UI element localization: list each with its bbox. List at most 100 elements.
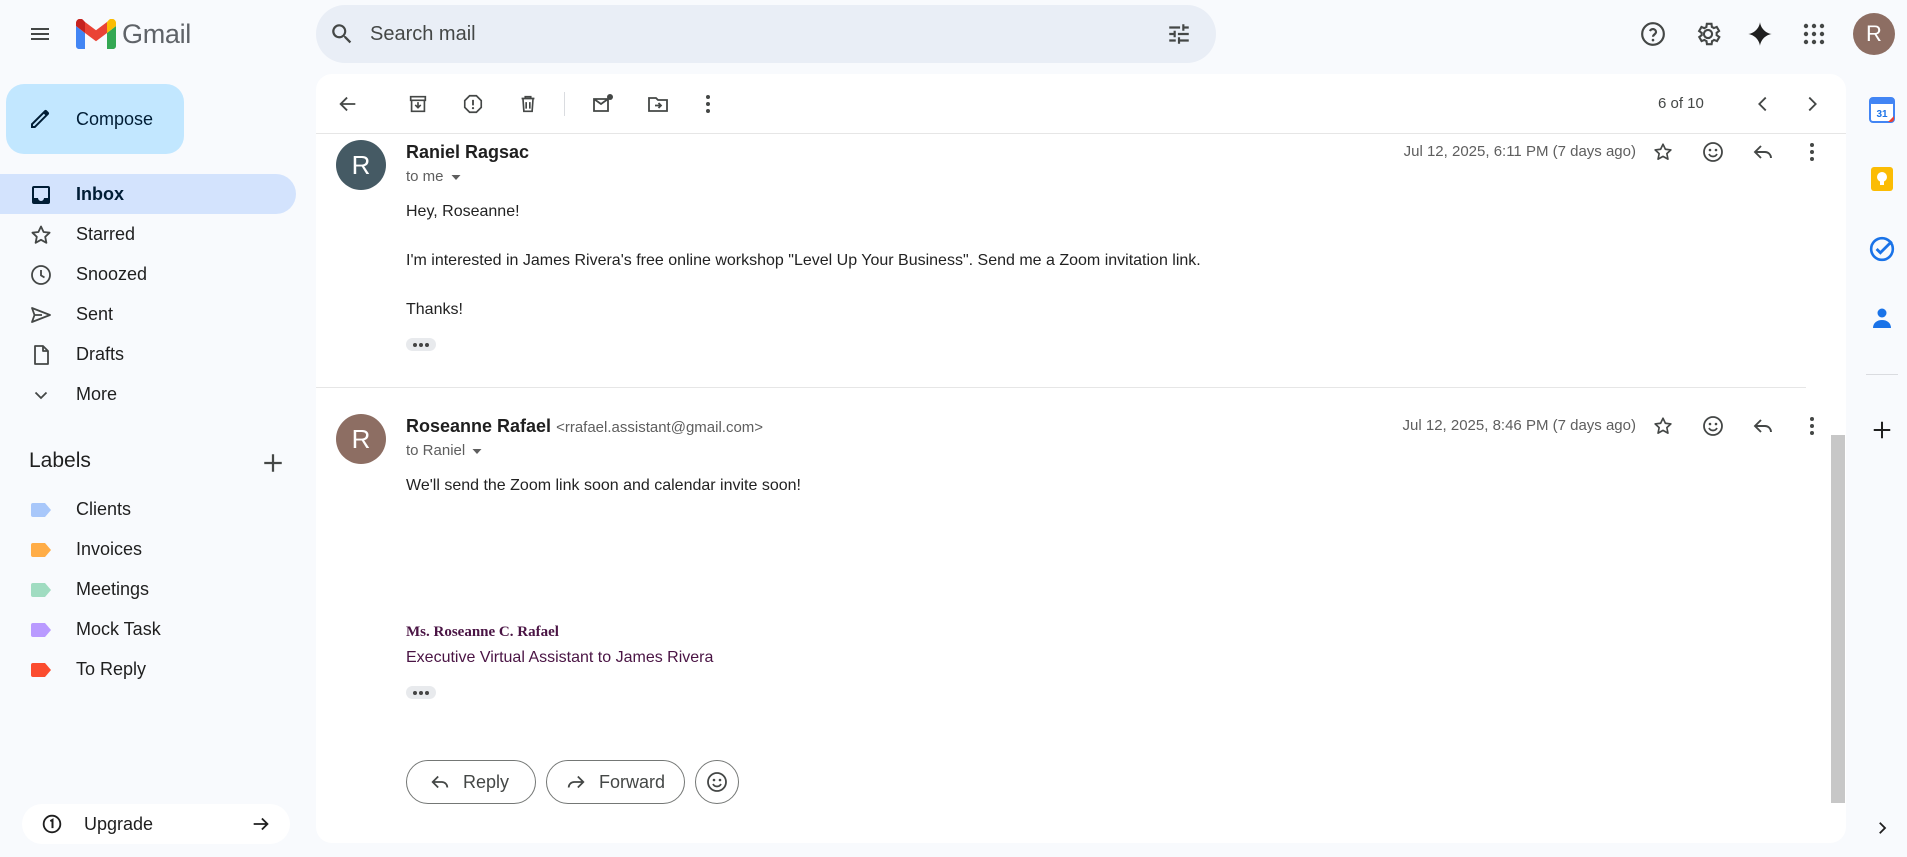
clock-icon <box>31 265 51 285</box>
caret-down-icon <box>451 174 461 180</box>
caret-down-icon <box>472 448 482 454</box>
calendar-day: 31 <box>1876 109 1888 120</box>
contacts-app-button[interactable] <box>1862 298 1902 338</box>
label-item-to-reply[interactable]: To Reply <box>0 649 296 689</box>
recipients-line[interactable]: to Raniel <box>406 442 483 459</box>
reply-button[interactable] <box>1743 132 1783 172</box>
label-name: Mock Task <box>76 618 161 639</box>
search-options-icon[interactable] <box>1159 14 1199 54</box>
add-label-button[interactable] <box>258 448 288 478</box>
pencil-icon <box>31 110 49 128</box>
keep-app-button[interactable] <box>1862 159 1902 199</box>
recipients-line[interactable]: to me <box>406 168 462 185</box>
gmail-logo[interactable]: Gmail <box>76 16 191 52</box>
account-avatar[interactable]: R <box>1853 13 1895 55</box>
send-icon <box>31 307 51 323</box>
delete-button[interactable] <box>508 84 548 124</box>
star-icon <box>1654 417 1672 434</box>
show-trimmed-content-button[interactable] <box>406 338 436 351</box>
plus-icon <box>264 454 282 472</box>
show-trimmed-content-button[interactable] <box>406 686 436 699</box>
compose-label: Compose <box>76 108 154 129</box>
contacts-person-icon <box>1873 308 1891 328</box>
back-button[interactable] <box>328 84 368 124</box>
sidebar-item-label: Sent <box>76 303 114 324</box>
message-more-button[interactable] <box>1792 132 1832 172</box>
message-date: Jul 12, 2025, 8:46 PM (7 days ago) <box>1402 417 1636 434</box>
message-more-button[interactable] <box>1792 406 1832 446</box>
add-reaction-button[interactable] <box>1693 406 1733 446</box>
gemini-sparkle-icon[interactable] <box>1740 14 1780 54</box>
chevron-left-icon <box>1758 96 1767 112</box>
labels-heading: Labels <box>29 449 91 472</box>
label-item-meetings[interactable]: Meetings <box>0 569 296 609</box>
message-divider <box>316 387 1806 388</box>
sidebar-item-more[interactable]: More <box>0 374 296 414</box>
arrow-left-icon <box>339 96 356 112</box>
older-button[interactable] <box>1792 84 1832 124</box>
move-to-button[interactable] <box>638 84 678 124</box>
sidebar-item-starred[interactable]: Starred <box>0 214 296 254</box>
calendar-app-button[interactable]: 31 <box>1862 90 1902 130</box>
sidebar-item-sent[interactable]: Sent <box>0 294 296 334</box>
forward-action-button[interactable]: Forward <box>546 760 685 804</box>
label-tag-icon <box>31 663 51 677</box>
get-addons-button[interactable] <box>1862 410 1902 450</box>
label-tag-icon <box>31 503 51 517</box>
sender-email: <rrafael.assistant@gmail.com> <box>556 419 764 436</box>
gmail-m-icon <box>76 19 116 49</box>
label-item-mock-task[interactable]: Mock Task <box>0 609 296 649</box>
compose-button[interactable]: Compose <box>6 84 184 154</box>
apps-grid-icon[interactable] <box>1794 14 1834 54</box>
newer-button[interactable] <box>1743 84 1783 124</box>
upgrade-button[interactable]: Upgrade <box>22 804 290 844</box>
emoji-reaction-button[interactable] <box>695 760 739 804</box>
draft-icon <box>34 345 49 365</box>
label-tag-icon <box>31 623 51 637</box>
rail-divider <box>1866 374 1898 375</box>
search-bar[interactable] <box>316 5 1216 63</box>
show-side-panel-button[interactable] <box>1862 808 1902 848</box>
search-icon[interactable] <box>322 14 362 54</box>
help-icon[interactable] <box>1633 14 1673 54</box>
scrollbar-thumb[interactable] <box>1831 435 1845 803</box>
label-tag-icon <box>31 583 51 597</box>
body-line: Hey, Roseanne! <box>406 203 520 220</box>
recipients-text: to Raniel <box>406 442 466 459</box>
sidebar-item-inbox[interactable]: Inbox <box>0 174 296 214</box>
mark-unread-button[interactable] <box>583 84 623 124</box>
sidebar-item-snoozed[interactable]: Snoozed <box>0 254 296 294</box>
sidebar-item-label: More <box>76 383 118 404</box>
signature-name: Ms. Roseanne C. Rafael <box>406 624 559 640</box>
tasks-app-button[interactable] <box>1862 229 1902 269</box>
more-options-button[interactable] <box>688 84 728 124</box>
label-item-clients[interactable]: Clients <box>0 489 296 529</box>
sidebar-item-label: Snoozed <box>76 263 148 284</box>
chevron-right-icon <box>1808 96 1817 112</box>
settings-gear-icon[interactable] <box>1688 14 1728 54</box>
label-name: Invoices <box>76 538 143 559</box>
archive-icon <box>409 95 427 113</box>
sender-name[interactable]: Raniel Ragsac <box>406 142 529 163</box>
label-item-invoices[interactable]: Invoices <box>0 529 296 569</box>
reply-action-button[interactable]: Reply <box>406 760 536 804</box>
report-spam-button[interactable] <box>453 84 493 124</box>
sender-avatar[interactable]: R <box>336 414 386 464</box>
reply-label: Reply <box>463 771 510 792</box>
star-button[interactable] <box>1643 132 1683 172</box>
label-name: To Reply <box>76 658 147 679</box>
mark-unread-icon <box>593 94 613 112</box>
reply-button[interactable] <box>1743 406 1783 446</box>
sidebar-item-label: Starred <box>76 223 136 244</box>
sender-line[interactable]: Roseanne Rafael <rrafael.assistant@gmail… <box>406 416 763 437</box>
main-menu-icon[interactable] <box>20 14 60 54</box>
archive-button[interactable] <box>398 84 438 124</box>
star-icon <box>1654 143 1672 160</box>
more-vert-icon <box>1810 417 1814 435</box>
search-input[interactable] <box>370 5 1130 63</box>
add-reaction-button[interactable] <box>1693 132 1733 172</box>
star-button[interactable] <box>1643 406 1683 446</box>
emoji-icon <box>1703 416 1723 436</box>
sidebar-item-drafts[interactable]: Drafts <box>0 334 296 374</box>
sender-avatar[interactable]: R <box>336 140 386 190</box>
